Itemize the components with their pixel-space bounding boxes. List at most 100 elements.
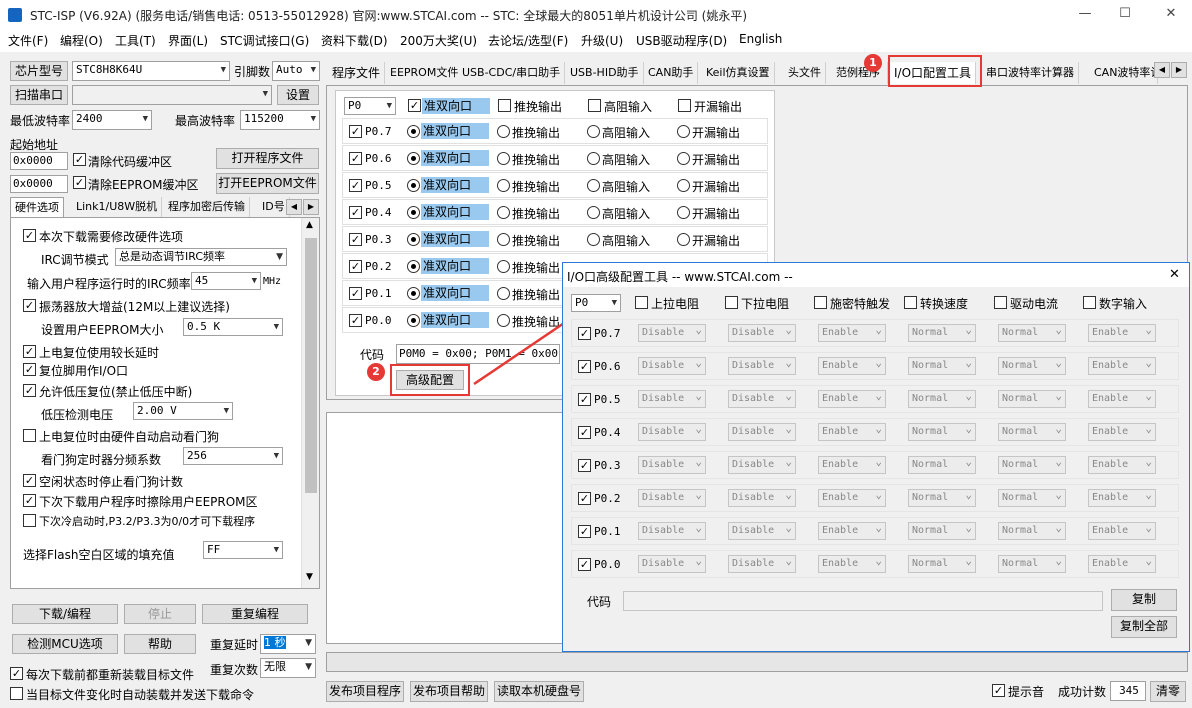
opendrain-radio[interactable] [677, 152, 690, 165]
io-all-pushpull-checkbox[interactable] [498, 99, 511, 112]
digital-select[interactable]: Enable [1088, 390, 1156, 408]
slew-select[interactable]: Normal [908, 555, 976, 573]
menu-english[interactable]: English [739, 32, 782, 46]
download-button[interactable]: 下载/编程 [12, 604, 118, 624]
tab-scroll-right-button[interactable]: ▶ [303, 199, 319, 215]
options-scrollbar[interactable]: ▲ ▼ [301, 218, 319, 588]
reload-each-checkbox[interactable]: ✓ [10, 667, 23, 680]
min-baud-select[interactable]: 2400 ▼ [72, 110, 152, 130]
pin-enable-checkbox[interactable]: ✓ [349, 152, 362, 165]
tab-header[interactable]: 头文件 [784, 62, 826, 84]
modify-hw-checkbox[interactable]: ✓ [23, 229, 36, 242]
quasi-radio[interactable] [407, 287, 420, 300]
digital-select[interactable]: Enable [1088, 555, 1156, 573]
copy-all-button[interactable]: 复制全部 [1111, 616, 1177, 638]
schmitt-select[interactable]: Enable [818, 357, 886, 375]
pin-enable-checkbox[interactable]: ✓ [578, 327, 591, 340]
publish-program-button[interactable]: 发布项目程序 [326, 681, 404, 702]
digital-select[interactable]: Enable [1088, 357, 1156, 375]
open-eeprom-file-button[interactable]: 打开EEPROM文件 [216, 173, 319, 194]
schmitt-select[interactable]: Enable [818, 324, 886, 342]
pushpull-radio[interactable] [497, 233, 510, 246]
pullup-select[interactable]: Disable [638, 489, 706, 507]
pin-enable-checkbox[interactable]: ✓ [349, 233, 362, 246]
schmitt-select[interactable]: Enable [818, 423, 886, 441]
scan-port-button[interactable]: 扫描串口 [10, 85, 68, 105]
drive-select[interactable]: Normal [998, 423, 1066, 441]
quasi-radio[interactable] [407, 179, 420, 192]
schmitt-select[interactable]: Enable [818, 390, 886, 408]
menu-program[interactable]: 编程(O) [60, 32, 103, 49]
slew-select[interactable]: Normal [908, 423, 976, 441]
tab-can-baud[interactable]: CAN波特率计 [1090, 62, 1158, 84]
max-baud-select[interactable]: 115200 ▼ [240, 110, 320, 130]
schmitt-select[interactable]: Enable [818, 522, 886, 540]
tab-program-file[interactable]: 程序文件 [328, 62, 386, 84]
slew-select[interactable]: Normal [908, 324, 976, 342]
pin-enable-checkbox[interactable]: ✓ [578, 525, 591, 538]
lv-select[interactable]: 2.00 V ▼ [133, 402, 233, 420]
pin-enable-checkbox[interactable]: ✓ [578, 426, 591, 439]
io-port-select[interactable]: P0 ▼ [344, 97, 396, 115]
quasi-radio[interactable] [407, 233, 420, 246]
read-disk-button[interactable]: 读取本机硬盘号 [494, 681, 584, 702]
pin-enable-checkbox[interactable]: ✓ [578, 360, 591, 373]
io-all-highz-checkbox[interactable] [588, 99, 601, 112]
opendrain-radio[interactable] [677, 179, 690, 192]
success-count-field[interactable]: 345 [1110, 681, 1146, 701]
copy-button[interactable]: 复制 [1111, 589, 1177, 611]
pushpull-radio[interactable] [497, 260, 510, 273]
pin-enable-checkbox[interactable]: ✓ [349, 260, 362, 273]
pullup-select[interactable]: Disable [638, 390, 706, 408]
digital-select[interactable]: Enable [1088, 522, 1156, 540]
detect-mcu-button[interactable]: 检测MCU选项 [12, 634, 118, 654]
pulldown-select[interactable]: Disable [728, 522, 796, 540]
opendrain-radio[interactable] [677, 206, 690, 219]
tab-link1[interactable]: Link1/U8W脱机 [72, 197, 163, 217]
schmitt-select[interactable]: Enable [818, 456, 886, 474]
tab-encrypt[interactable]: 程序加密后传输 [164, 197, 250, 217]
schmitt-select[interactable]: Enable [818, 555, 886, 573]
pin-enable-checkbox[interactable]: ✓ [349, 314, 362, 327]
digital-all-checkbox[interactable] [1083, 296, 1096, 309]
drive-select[interactable]: Normal [998, 390, 1066, 408]
pulldown-all-checkbox[interactable] [725, 296, 738, 309]
repeat-count-select[interactable]: 无限 ▼ [260, 658, 316, 678]
pulldown-select[interactable]: Disable [728, 357, 796, 375]
highz-radio[interactable] [587, 179, 600, 192]
pulldown-select[interactable]: Disable [728, 324, 796, 342]
menu-interface[interactable]: 界面(L) [168, 32, 208, 49]
tab-id[interactable]: ID号 [258, 197, 290, 217]
irc-freq-select[interactable]: 45 ▼ [191, 272, 261, 290]
eeprom-size-select[interactable]: 0.5 K ▼ [183, 318, 283, 336]
digital-select[interactable]: Enable [1088, 456, 1156, 474]
drive-select[interactable]: Normal [998, 555, 1066, 573]
tab-usb-cdc[interactable]: USB-CDC/串口助手 [458, 62, 566, 84]
pin-enable-checkbox[interactable]: ✓ [349, 179, 362, 192]
long-reset-checkbox[interactable]: ✓ [23, 345, 36, 358]
opendrain-radio[interactable] [677, 125, 690, 138]
port-select[interactable]: ▼ [72, 85, 272, 105]
lvr-checkbox[interactable]: ✓ [23, 384, 36, 397]
reprogram-button[interactable]: 重复编程 [202, 604, 308, 624]
schmitt-all-checkbox[interactable] [814, 296, 827, 309]
clear-eeprom-checkbox[interactable]: ✓ [73, 176, 86, 189]
pulldown-select[interactable]: Disable [728, 456, 796, 474]
pullup-all-checkbox[interactable] [635, 296, 648, 309]
auto-send-checkbox[interactable] [10, 687, 23, 700]
menu-forum[interactable]: 去论坛/选型(F) [488, 32, 568, 49]
menu-usb-driver[interactable]: USB驱动程序(D) [636, 32, 727, 49]
pin-enable-checkbox[interactable]: ✓ [349, 287, 362, 300]
pullup-select[interactable]: Disable [638, 456, 706, 474]
pin-count-select[interactable]: Auto ▼ [272, 61, 320, 81]
irc-mode-select[interactable]: 总是动态调节IRC频率 ▼ [115, 248, 287, 266]
menu-file[interactable]: 文件(F) [8, 32, 48, 49]
right-tab-scroll-left-button[interactable]: ◀ [1154, 62, 1170, 78]
slew-select[interactable]: Normal [908, 522, 976, 540]
scroll-down-icon[interactable]: ▼ [306, 572, 313, 582]
pin-enable-checkbox[interactable]: ✓ [349, 125, 362, 138]
tab-scroll-left-button[interactable]: ◀ [286, 199, 302, 215]
osc-gain-checkbox[interactable]: ✓ [23, 299, 36, 312]
code-start-address-input[interactable]: 0x0000 [10, 152, 68, 170]
maximize-button[interactable]: ☐ [1114, 4, 1136, 24]
